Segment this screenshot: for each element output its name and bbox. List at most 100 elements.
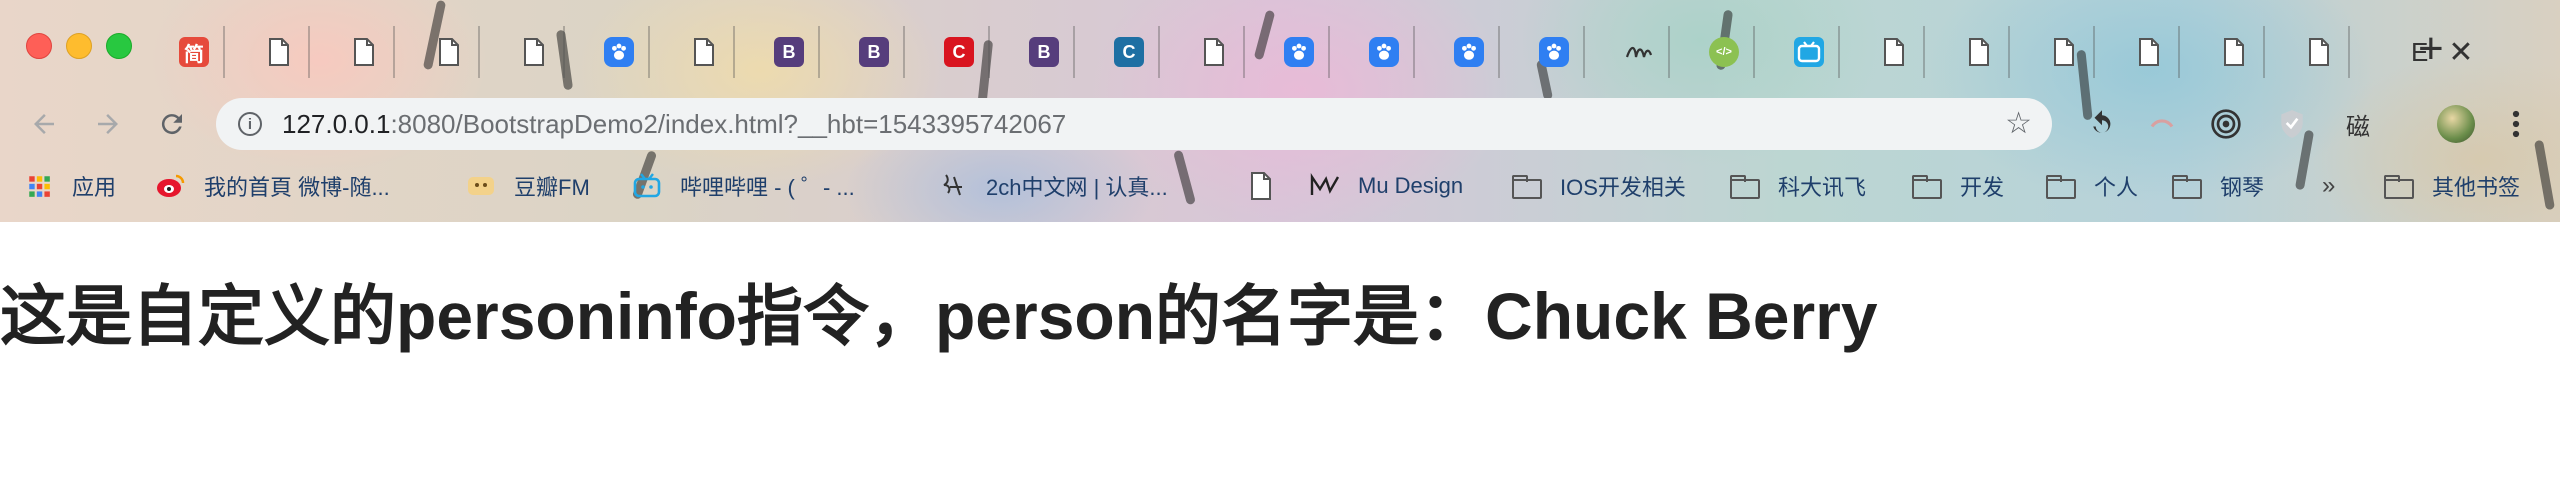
tab-9[interactable]: B — [845, 26, 905, 78]
tab-13[interactable] — [1185, 26, 1245, 78]
c-blue-icon: C — [1114, 37, 1144, 67]
bilibili-icon — [632, 171, 662, 201]
tab-3[interactable] — [335, 26, 395, 78]
magnet-extension-icon[interactable]: 磁 — [2338, 104, 2378, 144]
forward-button[interactable] — [88, 104, 128, 144]
tab-20[interactable] — [1780, 26, 1840, 78]
bookmark-2[interactable]: 我的首頁 微博-随... — [156, 164, 390, 208]
document-icon — [1964, 37, 1994, 67]
tab-1[interactable]: 简 — [165, 26, 225, 78]
bookmark-star-icon[interactable]: ☆ — [2005, 108, 2032, 140]
code-icon: </> — [1709, 37, 1739, 67]
bookmark-label: 我的首頁 微博-随... — [204, 175, 390, 200]
bookmark-label: 哔哩哔哩 - ( ゜- ... — [680, 175, 855, 200]
tab-25[interactable] — [2205, 26, 2265, 78]
url-text[interactable]: 127.0.0.1:8080/BootstrapDemo2/index.html… — [282, 109, 1066, 140]
reload-icon — [161, 114, 182, 135]
document-icon — [1246, 171, 1276, 201]
undo-extension-icon[interactable] — [2082, 104, 2122, 144]
c-icon: C — [944, 37, 974, 67]
folder-icon — [2384, 171, 2414, 201]
tab-18[interactable] — [1610, 26, 1670, 78]
baidu-paw-icon — [1369, 37, 1399, 67]
page-content: 这是自定义的personinfo指令，person的名字是：Chuck Berr… — [0, 222, 2560, 486]
bookmark-folder-11[interactable]: 个人 — [2046, 164, 2138, 208]
address-bar[interactable]: i 127.0.0.1:8080/BootstrapDemo2/index.ht… — [216, 98, 2052, 150]
document-icon — [264, 37, 294, 67]
tab-16[interactable] — [1440, 26, 1500, 78]
document-icon — [2049, 37, 2079, 67]
bookmark-1[interactable]: 应用 — [24, 164, 116, 208]
new-tab-button[interactable]: + — [2418, 24, 2444, 74]
tab-10[interactable]: C — [930, 26, 990, 78]
back-button[interactable] — [24, 104, 64, 144]
bookmark-folder-8[interactable]: IOS开发相关 — [1512, 164, 1686, 208]
tab-strip: 简 B B C B C </> E ✕ — [165, 26, 2473, 78]
bookmark-3[interactable]: 豆瓣FM — [466, 164, 590, 208]
arrow-left-icon — [34, 114, 54, 134]
other-bookmarks-label: 其他书签 — [2432, 175, 2521, 200]
bookmark-6[interactable] — [1246, 164, 1294, 208]
folder-icon — [2046, 171, 2076, 201]
bookmark-folder-9[interactable]: 科大讯飞 — [1730, 164, 1866, 208]
tab-12[interactable]: C — [1100, 26, 1160, 78]
baidu-paw-icon — [604, 37, 634, 67]
tab-11[interactable]: B — [1015, 26, 1075, 78]
tab-5[interactable] — [505, 26, 565, 78]
tab-23[interactable] — [2035, 26, 2095, 78]
shield-extension-icon[interactable] — [2272, 104, 2312, 144]
page-heading: 这是自定义的personinfo指令，person的名字是：Chuck Berr… — [0, 279, 1878, 353]
tab-6[interactable] — [590, 26, 650, 78]
tab-26[interactable] — [2290, 26, 2350, 78]
bookmark-folder-12[interactable]: 钢琴 — [2172, 164, 2264, 208]
bookmark-label: 豆瓣FM — [514, 175, 590, 200]
document-icon — [2134, 37, 2164, 67]
tab-21[interactable] — [1865, 26, 1925, 78]
tab-17[interactable] — [1525, 26, 1585, 78]
bookmark-7[interactable]: Mu Design — [1310, 164, 1463, 208]
info-icon[interactable]: i — [238, 112, 262, 136]
menu-kebab-icon[interactable] — [2496, 104, 2536, 144]
tab-19[interactable]: </> — [1695, 26, 1755, 78]
tv-icon — [1794, 37, 1824, 67]
faded-extension-icon[interactable] — [2142, 104, 2182, 144]
close-tab-icon[interactable]: ✕ — [2448, 35, 2473, 70]
tab-2[interactable] — [250, 26, 310, 78]
tab-4[interactable] — [420, 26, 480, 78]
baidu-paw-icon — [1284, 37, 1314, 67]
tab-7[interactable] — [675, 26, 735, 78]
bookmarks-overflow-button[interactable]: » — [2322, 164, 2335, 208]
folder-icon — [1912, 171, 1942, 201]
apps-grid-icon — [24, 171, 54, 201]
window-close-button[interactable] — [26, 33, 52, 59]
baidu-paw-icon — [1454, 37, 1484, 67]
bootstrap-icon: B — [859, 37, 889, 67]
active-tab[interactable]: E ✕ — [2375, 26, 2515, 78]
document-icon — [1199, 37, 1229, 67]
tab-24[interactable] — [2120, 26, 2180, 78]
tab-14[interactable] — [1270, 26, 1330, 78]
url-host: 127.0.0.1 — [282, 108, 391, 139]
document-icon — [2304, 37, 2334, 67]
weibo-icon — [156, 171, 186, 201]
profile-avatar[interactable] — [2436, 104, 2476, 144]
reload-button[interactable] — [152, 104, 192, 144]
bootstrap-icon: B — [774, 37, 804, 67]
bookmark-5[interactable]: 2ch中文网 | 认真... — [938, 164, 1168, 208]
bookmark-label: 个人 — [2094, 175, 2139, 200]
tab-8[interactable]: B — [760, 26, 820, 78]
window-maximize-button[interactable] — [106, 33, 132, 59]
bookmark-folder-10[interactable]: 开发 — [1912, 164, 2004, 208]
browser-chrome: 简 B B C B C </> E ✕ + i 127.0.0.1:8080/Bootstrap… — [0, 0, 2560, 222]
bookmark-4[interactable]: 哔哩哔哩 - ( ゜- ... — [632, 164, 855, 208]
swirl-extension-icon[interactable] — [2206, 104, 2246, 144]
douban-fm-icon — [466, 171, 496, 201]
window-minimize-button[interactable] — [66, 33, 92, 59]
bookmark-label: 钢琴 — [2220, 175, 2265, 200]
tab-15[interactable] — [1355, 26, 1415, 78]
other-bookmarks-folder[interactable]: 其他书签 — [2384, 164, 2520, 208]
bookmark-label: 开发 — [1960, 175, 2005, 200]
bookmark-label: IOS开发相关 — [1560, 175, 1686, 200]
folder-icon — [1730, 171, 1760, 201]
tab-22[interactable] — [1950, 26, 2010, 78]
